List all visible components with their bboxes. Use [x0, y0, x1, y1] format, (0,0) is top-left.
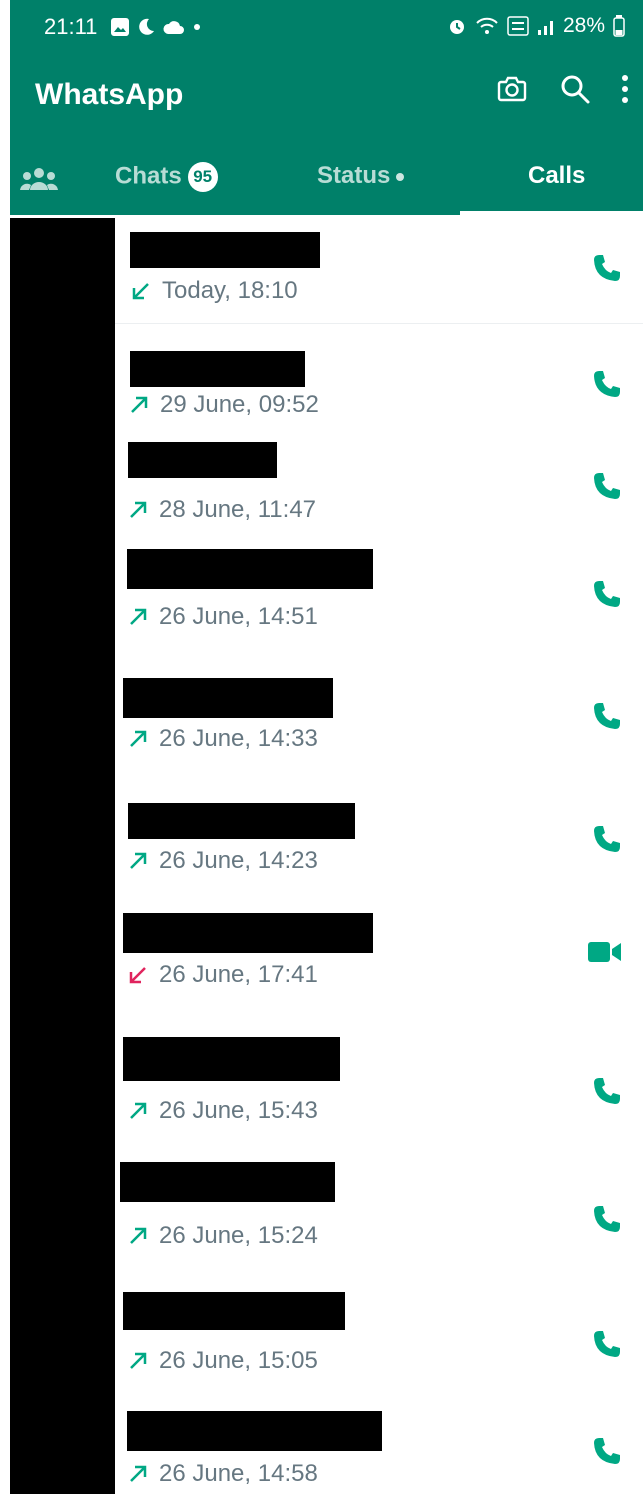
call-time: 26 June, 14:51: [159, 603, 318, 630]
call-time: 28 June, 11:47: [159, 496, 317, 523]
call-row[interactable]: 26 June, 15:43: [115, 1033, 643, 1153]
outgoing-call-arrow-icon: [130, 1352, 147, 1369]
more-options-icon[interactable]: [621, 73, 629, 105]
call-row[interactable]: 26 June, 14:23: [115, 793, 643, 908]
call-meta: 28 June, 11:47: [127, 496, 316, 524]
app-title: WhatsApp: [35, 78, 184, 111]
status-time: 21:11: [44, 14, 98, 39]
call-row[interactable]: 26 June, 17:41: [115, 908, 643, 1028]
voice-call-icon[interactable]: [591, 368, 623, 400]
alarm-icon: [449, 20, 464, 34]
moon-icon: [139, 18, 154, 35]
outgoing-call-arrow-icon: [130, 501, 147, 518]
tab-chats-label: Chats: [115, 162, 182, 190]
call-row[interactable]: 26 June, 14:33: [115, 668, 643, 788]
more-notifications-dot-icon: [194, 24, 200, 30]
call-meta: 26 June, 14:23: [127, 847, 318, 875]
cloud-icon: [163, 21, 184, 34]
volte-icon: [507, 16, 529, 36]
call-meta: 26 June, 15:24: [127, 1222, 318, 1250]
tab-calls[interactable]: Calls: [528, 162, 585, 190]
call-row[interactable]: 26 June, 15:05: [115, 1288, 643, 1408]
voice-call-icon[interactable]: [591, 470, 623, 502]
status-right-icons: 28%: [447, 14, 625, 38]
call-row[interactable]: 29 June, 09:52: [115, 333, 643, 433]
header-actions: [495, 72, 629, 106]
tab-bar: Chats 95 Status Calls: [10, 150, 643, 215]
missed-call-arrow-icon: [129, 967, 146, 984]
call-meta: Today, 18:10: [130, 277, 298, 305]
tab-chats[interactable]: Chats 95: [115, 162, 218, 192]
outgoing-call-arrow-icon: [130, 608, 147, 625]
call-time: Today, 18:10: [162, 277, 298, 304]
outgoing-call-arrow-icon: [130, 730, 147, 747]
voice-call-icon[interactable]: [591, 700, 623, 732]
redacted-contact-name: [128, 803, 355, 839]
incoming-call-arrow-icon: [132, 283, 149, 300]
call-row[interactable]: 26 June, 14:58: [115, 1408, 643, 1494]
call-time: 29 June, 09:52: [160, 391, 319, 418]
voice-call-icon[interactable]: [591, 252, 623, 284]
redacted-contact-name: [127, 549, 373, 589]
call-meta: 26 June, 17:41: [127, 961, 318, 989]
app-header: 21:11 28% WhatsApp Chats 95 Status Calls: [10, 0, 643, 215]
redacted-contact-name: [123, 1292, 345, 1330]
voice-call-icon[interactable]: [591, 1075, 623, 1107]
signal-icon: [537, 21, 553, 35]
tab-calls-label: Calls: [528, 162, 586, 189]
outgoing-call-arrow-icon: [130, 1102, 147, 1119]
redacted-contact-name: [130, 232, 320, 268]
battery-icon: [613, 15, 625, 37]
call-meta: 29 June, 09:52: [128, 391, 319, 419]
battery-percent: 28%: [562, 14, 605, 37]
search-icon[interactable]: [559, 73, 591, 105]
call-time: 26 June, 15:05: [159, 1347, 318, 1374]
redacted-contact-name: [123, 1037, 340, 1081]
call-meta: 26 June, 15:05: [127, 1347, 318, 1375]
tab-status[interactable]: Status: [317, 162, 405, 190]
call-row[interactable]: 26 June, 14:51: [115, 543, 643, 658]
status-bar: 21:11 28%: [10, 0, 643, 55]
tab-status-label: Status: [317, 162, 391, 189]
call-meta: 26 June, 14:58: [127, 1460, 318, 1488]
voice-call-icon[interactable]: [591, 1328, 623, 1360]
redacted-contact-name: [123, 913, 373, 953]
redacted-contact-name: [120, 1162, 335, 1202]
call-meta: 26 June, 14:33: [127, 725, 318, 753]
voice-call-icon[interactable]: [591, 578, 623, 610]
voice-call-icon[interactable]: [591, 1435, 623, 1467]
call-time: 26 June, 14:23: [159, 847, 318, 874]
voice-call-icon[interactable]: [591, 1203, 623, 1235]
redacted-contact-name: [123, 678, 333, 718]
outgoing-call-arrow-icon: [130, 852, 147, 869]
outgoing-call-arrow-icon: [131, 396, 148, 413]
status-notification-icons: [110, 14, 202, 40]
active-tab-indicator: [460, 211, 643, 215]
redacted-contact-name: [130, 351, 305, 387]
redacted-contact-name: [128, 442, 277, 478]
video-call-icon[interactable]: [587, 936, 623, 968]
call-meta: 26 June, 15:43: [127, 1097, 318, 1125]
voice-call-icon[interactable]: [591, 823, 623, 855]
call-meta: 26 June, 14:51: [127, 603, 318, 631]
call-time: 26 June, 14:58: [159, 1460, 318, 1487]
redacted-avatars: [10, 218, 115, 1494]
call-row[interactable]: 28 June, 11:47: [115, 438, 643, 543]
call-row[interactable]: Today, 18:10: [115, 218, 643, 324]
call-time: 26 June, 15:43: [159, 1097, 318, 1124]
call-row[interactable]: 26 June, 15:24: [115, 1158, 643, 1283]
gallery-icon: [111, 18, 129, 36]
call-time: 26 June, 17:41: [159, 961, 318, 988]
communities-icon[interactable]: [20, 164, 58, 194]
redacted-contact-name: [127, 1411, 382, 1451]
outgoing-call-arrow-icon: [130, 1465, 147, 1482]
wifi-icon: [476, 17, 498, 34]
camera-icon[interactable]: [495, 72, 529, 106]
call-time: 26 June, 14:33: [159, 725, 318, 752]
outgoing-call-arrow-icon: [130, 1227, 147, 1244]
call-time: 26 June, 15:24: [159, 1222, 318, 1249]
unread-badge: 95: [187, 162, 218, 192]
status-update-dot: [396, 172, 405, 181]
